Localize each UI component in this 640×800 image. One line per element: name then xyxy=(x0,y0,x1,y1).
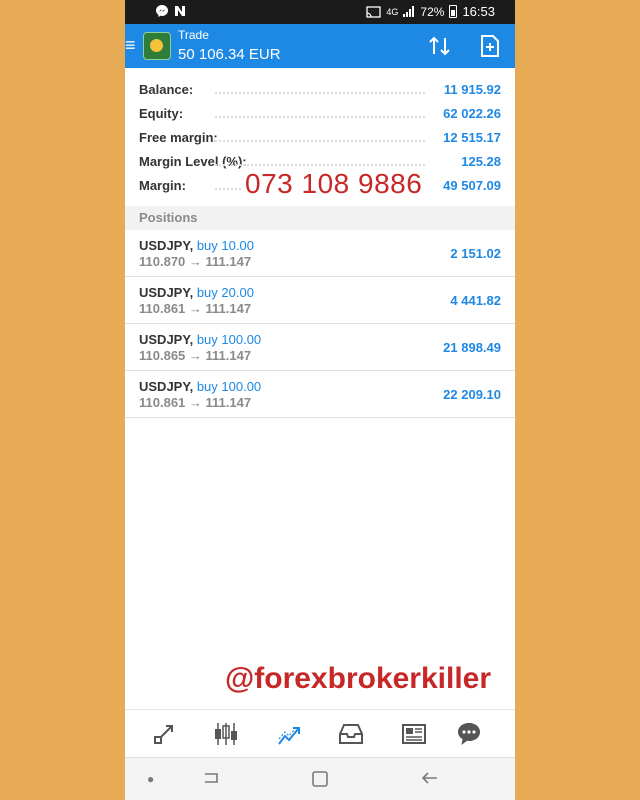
news-icon[interactable] xyxy=(400,720,428,748)
position-symbol: USDJPY, xyxy=(139,332,194,347)
free-margin-label: Free margin: xyxy=(139,130,218,145)
position-side: buy 10.00 xyxy=(196,238,254,253)
status-left xyxy=(155,4,187,18)
system-navigation: ● xyxy=(125,757,515,800)
battery-icon xyxy=(449,5,458,18)
status-bar: 4G 72% 16:53 xyxy=(125,0,515,24)
position-row[interactable]: USDJPY, buy 100.00 110.861 → 111.147 22 … xyxy=(125,371,515,418)
position-prices: 110.870 → 111.147 xyxy=(139,254,252,269)
chart-icon[interactable] xyxy=(212,720,240,748)
status-time: 16:53 xyxy=(462,4,495,19)
signal-icon xyxy=(403,6,415,17)
menu-icon[interactable]: ≡ xyxy=(125,36,136,54)
margin-value: 49 507.09 xyxy=(443,178,501,193)
bottom-navigation xyxy=(125,709,515,758)
margin-level-value: 125.28 xyxy=(461,154,501,169)
position-symbol: USDJPY, xyxy=(139,238,194,253)
dotted-leader xyxy=(215,140,425,142)
position-symbol: USDJPY, xyxy=(139,379,194,394)
dotted-leader xyxy=(215,92,425,94)
position-profit: 4 441.82 xyxy=(450,293,501,308)
chat-icon[interactable] xyxy=(455,720,483,748)
position-title: USDJPY, buy 20.00 xyxy=(139,285,254,300)
position-side: buy 100.00 xyxy=(196,379,262,394)
app-bar-balance: 50 106.34 EUR xyxy=(178,46,281,63)
status-right: 4G 72% 16:53 xyxy=(366,4,495,19)
phone-screen: 4G 72% 16:53 ≡ Trade 50 106.34 EUR Balan… xyxy=(125,0,515,800)
position-prices: 110.865 → 111.147 xyxy=(139,348,252,363)
dotted-leader xyxy=(215,116,425,118)
cast-icon xyxy=(366,5,382,18)
n-icon xyxy=(175,6,185,16)
position-profit: 2 151.02 xyxy=(450,246,501,261)
free-margin-value: 12 515.17 xyxy=(443,130,501,145)
watermark-text: @forexbrokerkiller xyxy=(225,662,492,695)
free-margin-row: Free margin: 12 515.17 xyxy=(125,126,515,150)
position-profit: 22 209.10 xyxy=(443,387,501,402)
position-side: buy 20.00 xyxy=(196,285,254,300)
positions-header: Positions xyxy=(125,206,515,230)
messenger-icon xyxy=(156,5,168,17)
position-title: USDJPY, buy 100.00 xyxy=(139,379,261,394)
position-title: USDJPY, buy 10.00 xyxy=(139,238,254,253)
position-prices: 110.861 → 111.147 xyxy=(139,301,252,316)
app-bar: ≡ Trade 50 106.34 EUR xyxy=(125,24,515,68)
positions-list: USDJPY, buy 10.00 110.870 → 111.147 2 15… xyxy=(125,230,515,418)
recent-apps-icon[interactable] xyxy=(203,770,221,786)
battery-percent: 72% xyxy=(420,4,445,19)
new-order-icon[interactable] xyxy=(479,34,501,58)
equity-row: Equity: 62 022.26 xyxy=(125,102,515,126)
back-icon[interactable] xyxy=(421,770,439,786)
position-side: buy 100.00 xyxy=(196,332,262,347)
overlay-phone-number: 073 108 9886 xyxy=(241,168,427,200)
position-prices: 110.861 → 111.147 xyxy=(139,395,252,410)
trade-icon[interactable] xyxy=(275,720,303,748)
equity-label: Equity: xyxy=(139,106,184,121)
position-title: USDJPY, buy 100.00 xyxy=(139,332,261,347)
equity-value: 62 022.26 xyxy=(443,106,501,121)
balance-label: Balance: xyxy=(139,82,194,97)
dotted-leader xyxy=(215,164,425,166)
balance-value: 11 915.92 xyxy=(443,82,501,97)
app-bar-title: Trade xyxy=(178,28,209,42)
positions-header-label: Positions xyxy=(139,210,198,225)
margin-level-label: Margin Level (%): xyxy=(139,154,247,169)
position-profit: 21 898.49 xyxy=(443,340,501,355)
home-icon[interactable] xyxy=(311,770,329,788)
position-symbol: USDJPY, xyxy=(139,285,194,300)
app-logo xyxy=(143,32,171,60)
position-row[interactable]: USDJPY, buy 10.00 110.870 → 111.147 2 15… xyxy=(125,230,515,277)
sort-icon[interactable] xyxy=(427,34,453,58)
margin-label: Margin: xyxy=(139,178,186,193)
dot-indicator-icon: ● xyxy=(147,772,155,786)
balance-row: Balance: 11 915.92 xyxy=(125,78,515,102)
quotes-icon[interactable] xyxy=(150,720,178,748)
network-type: 4G xyxy=(386,6,399,17)
position-row[interactable]: USDJPY, buy 100.00 110.865 → 111.147 21 … xyxy=(125,324,515,371)
history-icon[interactable] xyxy=(337,720,365,748)
position-row[interactable]: USDJPY, buy 20.00 110.861 → 111.147 4 44… xyxy=(125,277,515,324)
